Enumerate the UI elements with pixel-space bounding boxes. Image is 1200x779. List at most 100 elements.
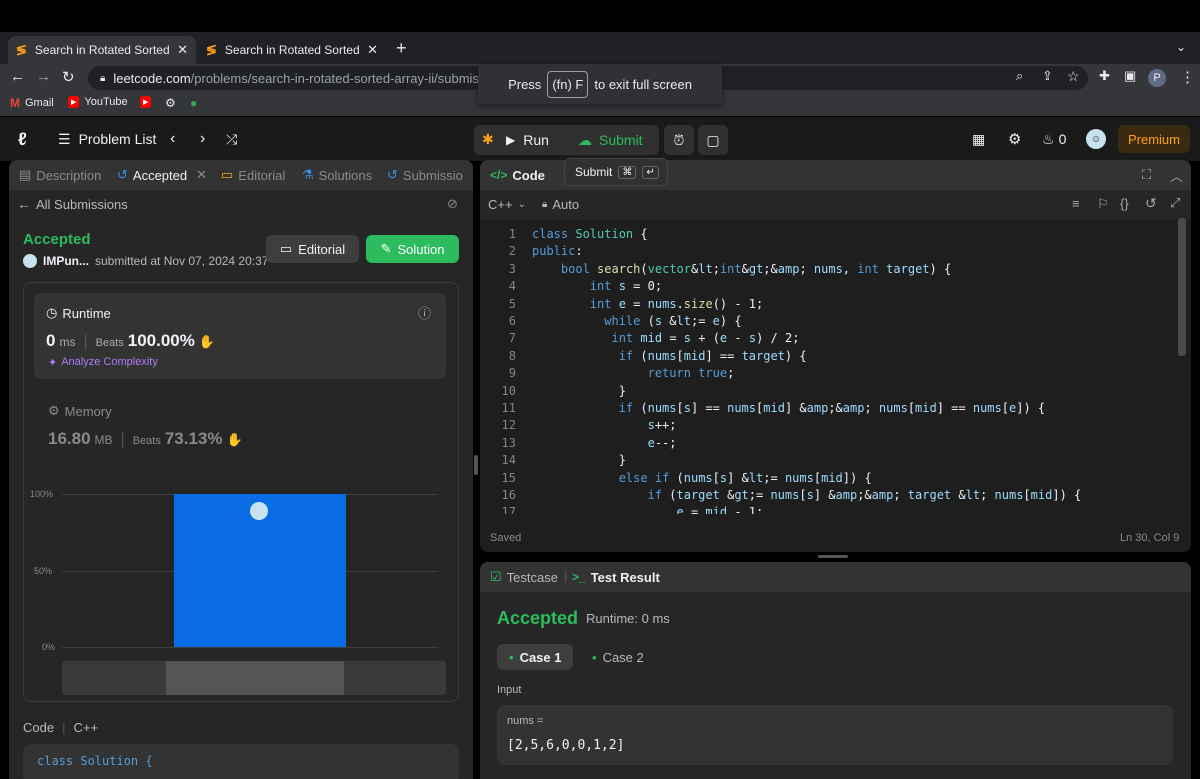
stats-card: ◷ Runtime ⓘ 0 ms | Beats 100.00% ✋ ✦ Analy… (23, 282, 459, 702)
debug-icon[interactable]: ✱ (482, 131, 494, 148)
tab-description[interactable]: ▤ Description (19, 167, 101, 183)
reset-icon[interactable]: ↺ (1145, 195, 1157, 212)
code-area[interactable]: 1 class Solution {2 public: 3 bool search(v… (480, 226, 1176, 514)
line-number: 14 (501, 453, 516, 468)
browser-tab-2[interactable]: ≶ Search in Rotated Sorted Array ✕ (198, 36, 386, 64)
editorial-button[interactable]: ▭ Editorial (266, 235, 359, 263)
tab-solutions[interactable]: ⚗ Solutions (302, 167, 372, 183)
code-title: Code (512, 167, 545, 183)
chip-icon: ⚙ (48, 403, 60, 418)
new-tab-icon[interactable]: + (396, 38, 407, 59)
line-number: 12 (501, 418, 516, 433)
next-problem-icon[interactable]: › (200, 125, 205, 153)
divider: | (62, 720, 66, 735)
prev-problem-icon[interactable]: ‹ (170, 125, 175, 153)
bookmark-gmail[interactable]: M Gmail (10, 96, 54, 110)
memory-value: 16.80 (48, 429, 91, 448)
info-icon[interactable]: ⓘ (418, 303, 431, 322)
tab-search-chevron-icon[interactable]: ⌄ (1176, 40, 1186, 54)
language-select[interactable]: C++ ⌄ (488, 197, 526, 212)
bookmark-youtube[interactable]: ▶ YouTube (68, 96, 128, 108)
shuffle-icon[interactable]: ⤮ (226, 125, 237, 153)
leetcode-logo-icon[interactable]: ℓ (18, 125, 27, 153)
chart-bar-highlight[interactable] (174, 494, 346, 647)
braces-icon[interactable]: {} (1120, 196, 1129, 211)
share-icon[interactable]: ⇪ (1042, 68, 1053, 84)
case-1-tab[interactable]: • Case 1 (497, 644, 573, 670)
leetcode-top-nav: ℓ ☰ Problem List ‹ › ⤮ ✱ ▶ Run ☁ Submit … (0, 117, 1200, 161)
bookmark-icon[interactable]: ⚐ (1097, 196, 1109, 212)
user-avatar[interactable]: ☺ (1086, 129, 1106, 149)
document-icon: ▤ (19, 167, 32, 182)
problem-list-button[interactable]: ☰ Problem List (58, 125, 156, 153)
scrubber-window[interactable] (166, 661, 344, 695)
case-label: Case 1 (519, 649, 562, 665)
memory-header[interactable]: ⚙ Memory (48, 403, 112, 419)
premium-button[interactable]: Premium (1118, 125, 1190, 153)
close-tab-icon[interactable]: ✕ (367, 42, 378, 58)
streak-counter[interactable]: ♨ 0 (1042, 125, 1066, 153)
profile-avatar[interactable]: P (1148, 69, 1166, 87)
runtime-card[interactable]: ◷ Runtime ⓘ 0 ms | Beats 100.00% ✋ ✦ Analy… (34, 293, 446, 379)
tab-label: Submissio (402, 167, 463, 183)
play-icon: ▶ (506, 133, 516, 147)
tab-test-result[interactable]: >_ Test Result (572, 570, 660, 585)
line-number: 5 (508, 296, 516, 311)
layout-grid-icon[interactable]: ▦ (972, 125, 985, 153)
share-link-icon[interactable]: ⊘ (447, 196, 458, 212)
bookmark-star-icon[interactable]: ☆ (1067, 68, 1080, 85)
close-tab-icon[interactable]: ✕ (177, 42, 188, 58)
run-button[interactable]: ▶ Run (506, 125, 549, 155)
all-submissions-link[interactable]: ← All Submissions (17, 196, 128, 212)
browser-tab-1[interactable]: ≶ Search in Rotated Sorted Array ✕ (8, 36, 196, 64)
tab-label: Testcase (506, 569, 558, 585)
code-label: Code (23, 720, 55, 735)
username[interactable]: IMPun... (43, 254, 89, 268)
analyze-complexity-link[interactable]: ✦ Analyze Complexity (48, 356, 158, 369)
fullscreen-icon[interactable]: ⤢ (1170, 195, 1180, 211)
tab-testcase[interactable]: ☑ Testcase (490, 569, 558, 585)
extensions-icon[interactable]: ✚ (1099, 68, 1110, 84)
close-tab-icon[interactable]: ✕ (196, 167, 207, 183)
code-editor-panel: </> Code ⛶ ︿ C++ ⌄ 🔒︎ Auto ≡ ⚐ {} ↺ ⤢ 1 clas… (480, 160, 1191, 552)
forward-icon[interactable]: → (36, 68, 51, 85)
case-2-tab[interactable]: • Case 2 (584, 644, 660, 670)
settings-gear-icon[interactable]: ⚙ (1008, 125, 1021, 153)
sidepanel-icon[interactable]: ▣ (1124, 68, 1136, 84)
zoom-icon[interactable]: ⌕ (1016, 68, 1023, 84)
tab-submissions[interactable]: ↺ Submissio (387, 167, 463, 183)
code-line: e--; (647, 435, 677, 450)
menu-dots-icon[interactable]: ⋮ (1180, 68, 1195, 86)
input-label: Input (497, 684, 522, 696)
timer-icon[interactable]: ⏰︎ (664, 125, 694, 155)
mode-label: Auto (552, 197, 580, 212)
arrow-left-icon: ← (17, 196, 31, 212)
divider: | (564, 568, 568, 583)
horizontal-resize-handle[interactable] (818, 555, 848, 558)
line-number: 1 (508, 227, 516, 241)
bookmark-maps[interactable]: ● (190, 96, 197, 110)
collapse-chevron-icon[interactable]: ︿ (1170, 166, 1183, 185)
vertical-resize-handle[interactable] (474, 455, 478, 475)
tab-editorial[interactable]: ▭ Editorial (221, 167, 285, 183)
tab-code[interactable]: </> Code (490, 168, 545, 183)
tab-accepted[interactable]: ↺ Accepted ✕ (117, 167, 207, 183)
format-icon[interactable]: ≡ (1072, 196, 1080, 211)
chart-scrubber[interactable] (62, 661, 446, 695)
enter-key-icon: ↵ (642, 165, 659, 179)
auto-mode-toggle[interactable]: 🔒︎ Auto (542, 197, 579, 212)
leetcode-favicon-icon: ≶ (206, 42, 217, 57)
premium-label: Premium (1127, 131, 1180, 147)
editor-toolbar: C++ ⌄ 🔒︎ Auto ≡ ⚐ {} ↺ ⤢ (480, 190, 1191, 220)
back-icon[interactable]: ← (10, 68, 25, 85)
bookmark-openai[interactable]: ⚙︎ (165, 96, 176, 110)
editor-scrollbar[interactable] (1178, 218, 1186, 356)
tab-label: Description (36, 167, 102, 183)
runtime-distribution-chart: 100% 50% 0% (24, 483, 458, 701)
submit-button[interactable]: ☁ Submit (578, 125, 643, 155)
reload-icon[interactable]: ↻ (62, 68, 75, 86)
bookmark-ytmusic[interactable]: ▶ (140, 96, 152, 108)
solution-button[interactable]: ✎ Solution (366, 235, 459, 263)
notes-icon[interactable]: ▢ (698, 125, 728, 155)
expand-icon[interactable]: ⛶ (1142, 167, 1151, 183)
